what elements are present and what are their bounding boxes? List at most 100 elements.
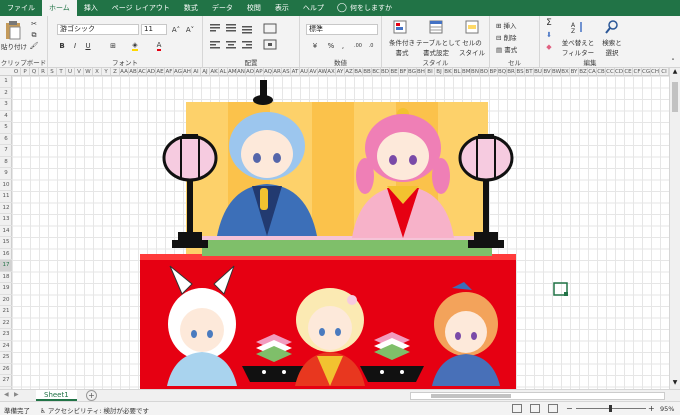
row-header[interactable]: 15 <box>0 237 12 249</box>
row-header[interactable]: 4 <box>0 111 12 122</box>
row-header[interactable]: 12 <box>0 203 12 214</box>
column-header[interactable]: BU <box>534 68 543 75</box>
horizontal-scrollbar[interactable] <box>410 392 665 400</box>
row-header[interactable]: 1 <box>0 76 12 88</box>
paste-icon[interactable] <box>2 19 24 41</box>
row-header[interactable]: 23 <box>0 329 12 341</box>
tab-home[interactable]: ホーム <box>42 0 77 16</box>
column-header[interactable]: AG <box>174 68 183 75</box>
row-header[interactable]: 26 <box>0 364 12 375</box>
tab-view[interactable]: 表示 <box>268 0 296 16</box>
column-header[interactable]: CE <box>624 68 633 75</box>
column-header[interactable]: BA <box>354 68 363 75</box>
column-header[interactable]: AV <box>309 68 318 75</box>
column-header[interactable]: T <box>57 68 66 75</box>
column-header[interactable]: CI <box>660 68 669 75</box>
column-header[interactable]: BY <box>570 68 579 75</box>
sheet-nav-prev-icon[interactable]: ◀ <box>4 391 9 398</box>
column-header[interactable]: AR <box>273 68 282 75</box>
column-header[interactable]: AW <box>318 68 327 75</box>
column-header[interactable]: BJ <box>435 68 444 75</box>
delete-cells-button[interactable]: ⊟ 削除 <box>496 32 517 42</box>
tab-formulas[interactable]: 数式 <box>177 0 205 16</box>
fill-icon[interactable]: ⬇ <box>544 30 554 40</box>
column-header[interactable]: AZ <box>345 68 354 75</box>
column-header[interactable]: BE <box>390 68 399 75</box>
column-header[interactable]: BD <box>381 68 390 75</box>
find-select-label[interactable]: 検索と 選択 <box>598 37 626 57</box>
format-as-table-icon[interactable] <box>428 19 444 35</box>
column-header[interactable]: BF <box>399 68 408 75</box>
add-sheet-icon[interactable]: + <box>86 390 97 401</box>
tab-review[interactable]: 校閲 <box>240 0 268 16</box>
page-layout-view-icon[interactable] <box>530 404 540 413</box>
column-header[interactable]: BH <box>417 68 426 75</box>
vertical-scrollbar[interactable]: ▲ ▼ <box>669 68 680 389</box>
font-size-select[interactable]: 11 <box>141 24 167 35</box>
column-header[interactable]: AJ <box>201 68 210 75</box>
column-header[interactable]: AO <box>246 68 255 75</box>
sheet-nav-next-icon[interactable]: ▶ <box>14 391 19 398</box>
row-header[interactable]: 17 <box>0 260 12 272</box>
column-header[interactable]: CB <box>597 68 606 75</box>
column-header[interactable]: CC <box>606 68 615 75</box>
row-header[interactable]: 2 <box>0 88 12 99</box>
column-header[interactable]: AI <box>192 68 201 75</box>
column-header[interactable]: O <box>12 68 21 75</box>
row-header[interactable]: 24 <box>0 341 12 352</box>
column-header[interactable]: BG <box>408 68 417 75</box>
cut-icon[interactable]: ✂ <box>28 19 40 29</box>
format-painter-icon[interactable]: 🖌 <box>28 41 40 51</box>
column-header[interactable]: AE <box>156 68 165 75</box>
column-header[interactable]: AS <box>282 68 291 75</box>
tab-insert[interactable]: 挿入 <box>77 0 105 16</box>
tab-file[interactable]: ファイル <box>0 0 42 16</box>
column-header[interactable]: CF <box>633 68 642 75</box>
find-select-icon[interactable] <box>604 19 620 35</box>
fill-color-icon[interactable]: ◈ <box>128 40 142 51</box>
comma-button[interactable]: , <box>338 40 348 51</box>
column-header[interactable]: BS <box>516 68 525 75</box>
zoom-in-icon[interactable]: + <box>648 404 655 413</box>
zoom-slider[interactable] <box>576 405 646 412</box>
row-header[interactable]: 22 <box>0 318 12 329</box>
worksheet-grid[interactable] <box>12 76 669 389</box>
row-header[interactable]: 25 <box>0 352 12 364</box>
column-header[interactable]: AF <box>165 68 174 75</box>
border-icon[interactable]: ⊞ <box>106 40 120 51</box>
row-header[interactable]: 19 <box>0 283 12 295</box>
column-header[interactable]: CG <box>642 68 651 75</box>
tab-help[interactable]: ヘルプ <box>296 0 331 16</box>
cell-styles-icon[interactable] <box>464 19 480 35</box>
column-header[interactable]: AU <box>300 68 309 75</box>
alignment-icons[interactable] <box>208 22 296 54</box>
row-header[interactable]: 21 <box>0 306 12 318</box>
column-header[interactable]: BP <box>489 68 498 75</box>
row-header[interactable]: 18 <box>0 272 12 283</box>
row-header[interactable]: 5 <box>0 122 12 134</box>
page-break-view-icon[interactable] <box>548 404 558 413</box>
row-header[interactable]: 27 <box>0 375 12 387</box>
column-header[interactable]: BV <box>543 68 552 75</box>
hina-dolls-picture[interactable] <box>12 76 669 389</box>
column-header[interactable]: S <box>48 68 57 75</box>
autosum-button[interactable]: Σ <box>544 18 554 28</box>
column-header[interactable]: CA <box>588 68 597 75</box>
column-header[interactable]: Y <box>102 68 111 75</box>
scroll-up-icon[interactable]: ▲ <box>670 68 680 78</box>
collapse-ribbon-icon[interactable]: ˄ <box>668 58 678 66</box>
column-header[interactable]: AH <box>183 68 192 75</box>
decrease-decimal-icon[interactable]: .0 <box>365 40 377 51</box>
column-header[interactable]: Z <box>111 68 120 75</box>
column-header[interactable]: AK <box>210 68 219 75</box>
sheet-tab-sheet1[interactable]: Sheet1 <box>36 390 77 401</box>
column-header[interactable]: AQ <box>264 68 273 75</box>
column-header[interactable]: CD <box>615 68 624 75</box>
zoom-slider-thumb[interactable] <box>609 405 612 412</box>
column-header[interactable]: AC <box>138 68 147 75</box>
column-header[interactable]: BN <box>471 68 480 75</box>
column-header[interactable]: R <box>39 68 48 75</box>
column-header[interactable]: BO <box>480 68 489 75</box>
column-header[interactable]: U <box>66 68 75 75</box>
column-header[interactable]: BZ <box>579 68 588 75</box>
